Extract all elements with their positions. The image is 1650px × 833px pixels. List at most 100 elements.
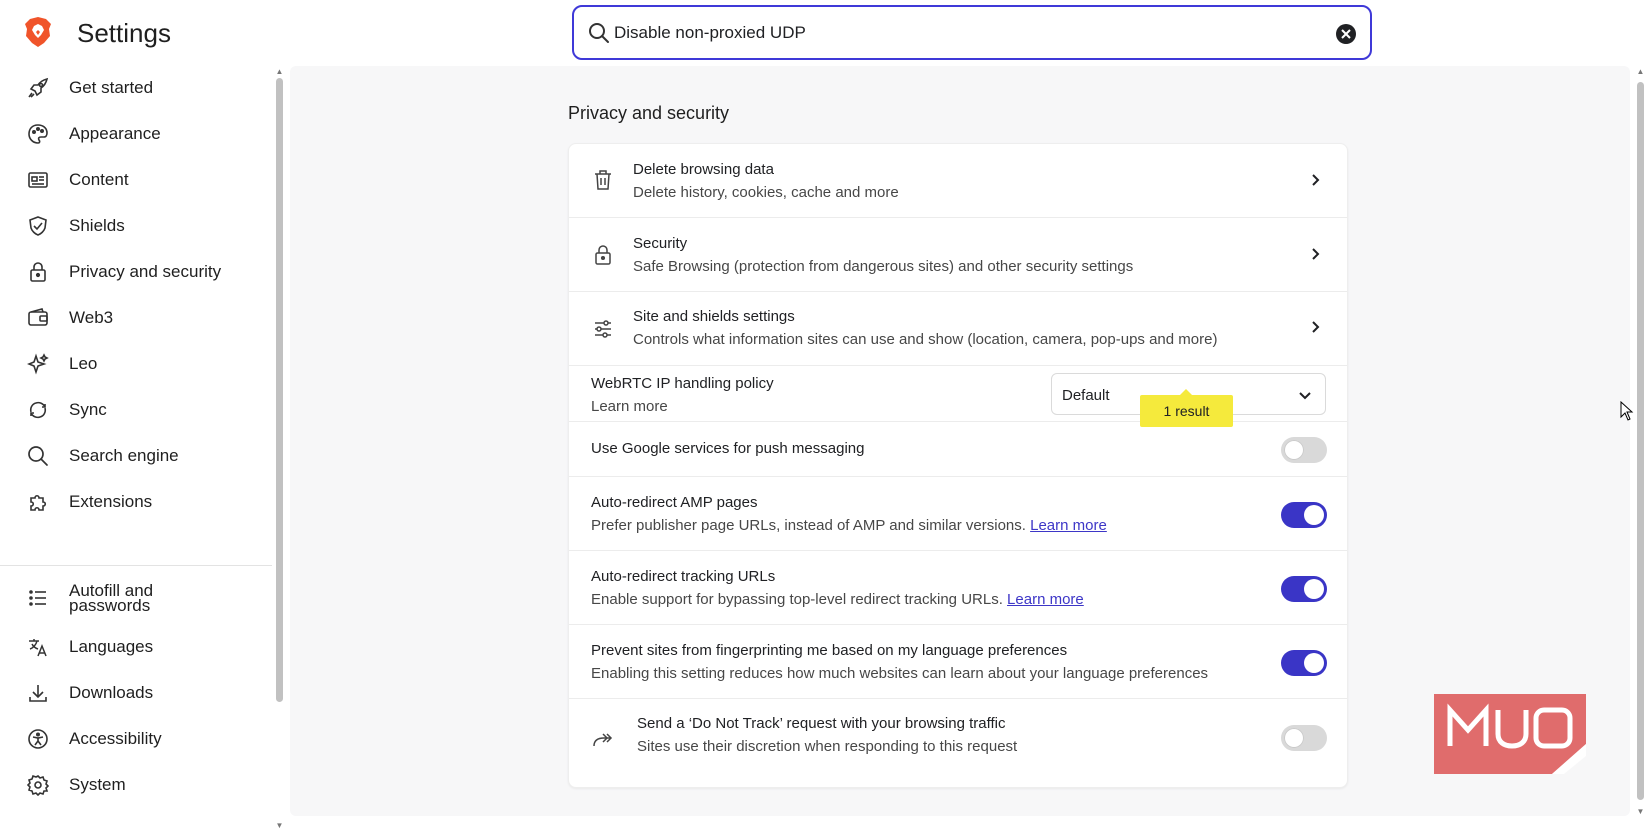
row-subtitle: Controls what information sites can use … xyxy=(633,331,1218,348)
sidebar-item-label: Languages xyxy=(69,637,154,656)
sidebar-item-sync[interactable]: Sync xyxy=(0,389,272,431)
chevron-right-icon xyxy=(1312,174,1320,186)
content-icon xyxy=(26,168,50,192)
lock-icon xyxy=(591,243,615,267)
sidebar-item-content[interactable]: Content xyxy=(0,159,272,201)
gear-icon xyxy=(26,773,50,797)
row-subtitle: Prefer publisher page URLs, instead of A… xyxy=(591,517,1107,534)
row-amp-redirect: Auto-redirect AMP pages Prefer publisher… xyxy=(569,477,1347,551)
main-scrollbar[interactable] xyxy=(1637,82,1644,800)
sidebar-item-downloads[interactable]: Downloads xyxy=(0,672,272,714)
sidebar-item-label: Get started xyxy=(69,78,154,97)
row-subtitle: Sites use their discretion when respondi… xyxy=(637,738,1018,755)
learn-more-link[interactable]: Learn more xyxy=(1007,591,1084,608)
row-subtitle: Enable support for bypassing top-level r… xyxy=(591,591,1084,608)
learn-more-link[interactable]: Learn more xyxy=(591,398,668,415)
sliders-icon xyxy=(591,317,615,341)
sidebar-item-label: Privacy and security xyxy=(69,262,222,281)
settings-search[interactable] xyxy=(572,5,1372,60)
sync-icon xyxy=(26,398,50,422)
sidebar-item-label: Search engine xyxy=(69,446,179,465)
row-title: Prevent sites from fingerprinting me bas… xyxy=(591,642,1068,659)
translate-icon xyxy=(26,635,50,659)
chevron-right-icon xyxy=(1312,248,1320,260)
list-icon xyxy=(26,586,50,610)
sidebar-item-label: Web3 xyxy=(69,308,114,327)
sidebar-item-leo[interactable]: Leo xyxy=(0,343,272,385)
main-scroll-up[interactable]: ▲ xyxy=(1636,68,1645,76)
sidebar-item-label: Extensions xyxy=(69,492,153,511)
app-title: Settings xyxy=(77,18,171,48)
download-icon xyxy=(26,681,50,705)
learn-more-link[interactable]: Learn more xyxy=(1030,517,1107,534)
sidebar-item-languages[interactable]: Languages xyxy=(0,626,272,668)
row-title: Auto-redirect AMP pages xyxy=(591,494,758,511)
sidebar-item-search-engine[interactable]: Search engine xyxy=(0,435,272,477)
sidebar-item-get-started[interactable]: Get started xyxy=(0,67,272,109)
main-scroll-down[interactable]: ▼ xyxy=(1636,808,1645,816)
sidebar-item-accessibility[interactable]: Accessibility xyxy=(0,718,272,760)
sidebar-scrollbar[interactable] xyxy=(276,78,283,702)
clear-search-icon[interactable] xyxy=(1336,24,1356,44)
sidebar-scroll-down[interactable]: ▼ xyxy=(275,822,284,830)
privacy-card: Delete browsing data Delete history, coo… xyxy=(568,143,1348,788)
rocket-icon xyxy=(26,76,50,100)
sidebar-item-system[interactable]: System xyxy=(0,764,272,806)
sidebar-scroll-up[interactable]: ▲ xyxy=(275,68,284,76)
sidebar-item-shields[interactable]: Shields xyxy=(0,205,272,247)
lock-icon xyxy=(26,260,50,284)
search-icon xyxy=(26,444,50,468)
puzzle-icon xyxy=(26,490,50,514)
sidebar-item-privacy[interactable]: Privacy and security xyxy=(0,251,272,293)
sidebar-item-label: Shields xyxy=(69,216,125,235)
sidebar-item-extensions[interactable]: Extensions xyxy=(0,481,272,523)
row-title: Send a ‘Do Not Track’ request with your … xyxy=(637,715,1006,732)
sidebar-item-label: Autofill and passwords xyxy=(69,581,154,615)
row-tracking-redirect: Auto-redirect tracking URLs Enable suppo… xyxy=(569,551,1347,625)
muo-watermark-logo xyxy=(1434,694,1590,774)
sidebar-item-label: Leo xyxy=(69,354,98,373)
row-do-not-track: Send a ‘Do Not Track’ request with your … xyxy=(569,699,1347,787)
row-subtitle: Enabling this setting reduces how much w… xyxy=(591,665,1209,682)
search-input[interactable] xyxy=(614,20,1314,46)
row-subtitle: Safe Browsing (protection from dangerous… xyxy=(633,258,1134,275)
chevron-right-icon xyxy=(1312,321,1320,333)
row-push-messaging: Use Google services for push messaging xyxy=(569,422,1347,477)
search-result-badge: 1 result xyxy=(1140,395,1233,427)
tracking-redirect-toggle[interactable] xyxy=(1281,576,1327,602)
sparkle-icon xyxy=(26,352,50,376)
select-value: Default xyxy=(1062,387,1110,404)
row-delete-browsing-data[interactable]: Delete browsing data Delete history, coo… xyxy=(569,144,1347,218)
section-title: Privacy and security xyxy=(568,103,730,123)
row-language-fingerprinting: Prevent sites from fingerprinting me bas… xyxy=(569,625,1347,699)
row-title: WebRTC IP handling policy xyxy=(591,375,774,392)
sidebar-item-label: Downloads xyxy=(69,683,154,702)
sidebar-item-label: System xyxy=(69,775,126,794)
row-subtitle: Delete history, cookies, cache and more xyxy=(633,184,899,201)
language-fingerprinting-toggle[interactable] xyxy=(1281,650,1327,676)
sidebar-item-web3[interactable]: Web3 xyxy=(0,297,272,339)
accessibility-icon xyxy=(26,727,50,751)
sidebar-item-label: Sync xyxy=(69,400,107,419)
row-title: Use Google services for push messaging xyxy=(591,440,865,457)
wallet-icon xyxy=(26,306,50,330)
mouse-cursor-icon xyxy=(1620,401,1634,421)
row-title: Security xyxy=(633,235,688,252)
row-title: Auto-redirect tracking URLs xyxy=(591,568,776,585)
search-icon xyxy=(588,22,610,44)
redirect-arrow-icon xyxy=(591,727,615,751)
sidebar-divider xyxy=(0,565,272,566)
row-title: Site and shields settings xyxy=(633,308,795,325)
sidebar-item-appearance[interactable]: Appearance xyxy=(0,113,272,155)
do-not-track-toggle[interactable] xyxy=(1281,725,1327,751)
sidebar-item-label: Accessibility xyxy=(69,729,162,748)
row-site-shields-settings[interactable]: Site and shields settings Controls what … xyxy=(569,292,1347,366)
row-security[interactable]: Security Safe Browsing (protection from … xyxy=(569,218,1347,292)
sidebar-item-autofill[interactable]: Autofill and passwords xyxy=(0,570,272,626)
shield-icon xyxy=(26,214,50,238)
trash-icon xyxy=(591,168,615,192)
sidebar: Get started Appearance Content Shields P… xyxy=(0,66,272,833)
push-messaging-toggle[interactable] xyxy=(1281,437,1327,463)
chevron-down-icon xyxy=(1299,392,1311,400)
amp-redirect-toggle[interactable] xyxy=(1281,502,1327,528)
